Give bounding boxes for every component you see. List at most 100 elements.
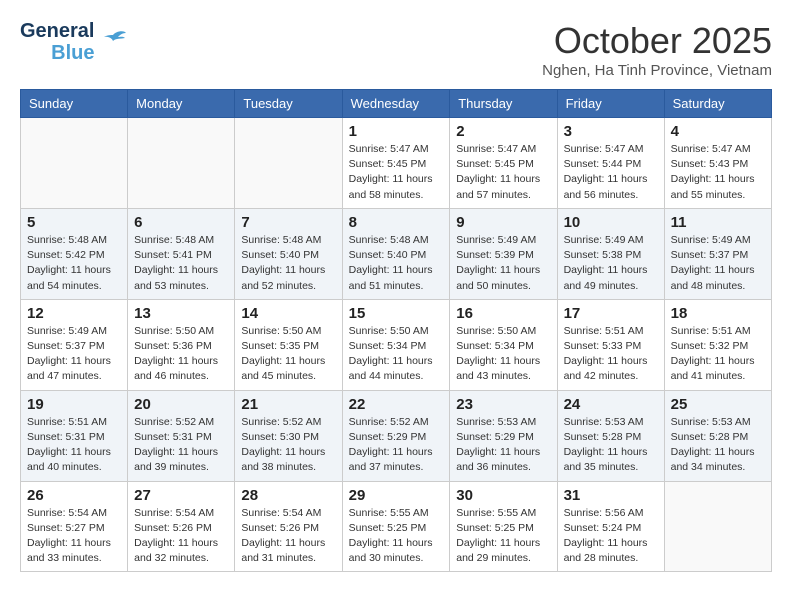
day-info: Sunrise: 5:52 AM Sunset: 5:29 PM Dayligh… bbox=[349, 415, 444, 476]
calendar-cell: 30Sunrise: 5:55 AM Sunset: 5:25 PM Dayli… bbox=[450, 481, 557, 572]
day-info: Sunrise: 5:52 AM Sunset: 5:30 PM Dayligh… bbox=[241, 415, 335, 476]
logo-general: General bbox=[20, 20, 94, 42]
day-number: 12 bbox=[27, 305, 121, 322]
calendar-cell bbox=[21, 118, 128, 209]
day-info: Sunrise: 5:48 AM Sunset: 5:41 PM Dayligh… bbox=[134, 233, 228, 294]
day-number: 11 bbox=[671, 214, 765, 231]
calendar-cell: 17 Sunrise: 5:51 AM Sunset: 5:33 PM Dayli… bbox=[557, 299, 664, 390]
calendar-cell: 23 Sunrise: 5:53 AM Sunset: 5:29 PM Dayli… bbox=[450, 390, 557, 481]
day-number: 2 bbox=[456, 123, 550, 140]
day-info: Sunrise: 5:48 AM Sunset: 5:40 PM Dayligh… bbox=[349, 233, 444, 294]
calendar-cell bbox=[128, 118, 235, 209]
calendar-cell: 25 Sunrise: 5:53 AM Sunset: 5:28 PM Dayli… bbox=[664, 390, 771, 481]
day-number: 30 bbox=[456, 487, 550, 504]
calendar-cell bbox=[235, 118, 342, 209]
day-info: Sunrise: 5:50 AM Sunset: 5:35 PM Dayligh… bbox=[241, 324, 335, 385]
day-number: 20 bbox=[134, 396, 228, 413]
weekday-header-sunday: Sunday bbox=[21, 90, 128, 118]
day-number: 7 bbox=[241, 214, 335, 231]
weekday-header-friday: Friday bbox=[557, 90, 664, 118]
day-info: Sunrise: 5:51 AM Sunset: 5:32 PM Dayligh… bbox=[671, 324, 765, 385]
calendar-cell: 5Sunrise: 5:48 AM Sunset: 5:42 PM Daylig… bbox=[21, 208, 128, 299]
calendar-cell: 14 Sunrise: 5:50 AM Sunset: 5:35 PM Dayli… bbox=[235, 299, 342, 390]
calendar-week-row: 19Sunrise: 5:51 AM Sunset: 5:31 PM Dayli… bbox=[21, 390, 772, 481]
calendar-week-row: 12 Sunrise: 5:49 AM Sunset: 5:37 PM Dayli… bbox=[21, 299, 772, 390]
calendar-cell: 1 Sunrise: 5:47 AM Sunset: 5:45 PM Daylig… bbox=[342, 118, 450, 209]
day-info: Sunrise: 5:50 AM Sunset: 5:36 PM Dayligh… bbox=[134, 324, 228, 385]
calendar-cell bbox=[664, 481, 771, 572]
title-section: October 2025 Nghen, Ha Tinh Province, Vi… bbox=[542, 20, 772, 79]
calendar-cell: 31 Sunrise: 5:56 AM Sunset: 5:24 PM Dayli… bbox=[557, 481, 664, 572]
day-number: 6 bbox=[134, 214, 228, 231]
day-info: Sunrise: 5:47 AM Sunset: 5:43 PM Dayligh… bbox=[671, 142, 765, 203]
calendar-cell: 11 Sunrise: 5:49 AM Sunset: 5:37 PM Dayli… bbox=[664, 208, 771, 299]
weekday-header-saturday: Saturday bbox=[664, 90, 771, 118]
weekday-header-wednesday: Wednesday bbox=[342, 90, 450, 118]
weekday-header-tuesday: Tuesday bbox=[235, 90, 342, 118]
day-number: 13 bbox=[134, 305, 228, 322]
day-number: 22 bbox=[349, 396, 444, 413]
day-info: Sunrise: 5:53 AM Sunset: 5:28 PM Dayligh… bbox=[671, 415, 765, 476]
day-number: 27 bbox=[134, 487, 228, 504]
day-info: Sunrise: 5:49 AM Sunset: 5:39 PM Dayligh… bbox=[456, 233, 550, 294]
day-number: 5 bbox=[27, 214, 121, 231]
logo-blue: Blue bbox=[51, 42, 94, 64]
day-info: Sunrise: 5:51 AM Sunset: 5:33 PM Dayligh… bbox=[564, 324, 658, 385]
day-info: Sunrise: 5:50 AM Sunset: 5:34 PM Dayligh… bbox=[456, 324, 550, 385]
weekday-header-thursday: Thursday bbox=[450, 90, 557, 118]
calendar-table: SundayMondayTuesdayWednesdayThursdayFrid… bbox=[20, 89, 772, 572]
day-number: 3 bbox=[564, 123, 658, 140]
calendar-cell: 16 Sunrise: 5:50 AM Sunset: 5:34 PM Dayli… bbox=[450, 299, 557, 390]
day-number: 14 bbox=[241, 305, 335, 322]
month-title: October 2025 bbox=[542, 20, 772, 62]
calendar-cell: 13 Sunrise: 5:50 AM Sunset: 5:36 PM Dayli… bbox=[128, 299, 235, 390]
calendar-cell: 6 Sunrise: 5:48 AM Sunset: 5:41 PM Daylig… bbox=[128, 208, 235, 299]
day-number: 9 bbox=[456, 214, 550, 231]
calendar-week-row: 5Sunrise: 5:48 AM Sunset: 5:42 PM Daylig… bbox=[21, 208, 772, 299]
day-number: 1 bbox=[349, 123, 444, 140]
calendar-cell: 27 Sunrise: 5:54 AM Sunset: 5:26 PM Dayli… bbox=[128, 481, 235, 572]
calendar-cell: 10 Sunrise: 5:49 AM Sunset: 5:38 PM Dayli… bbox=[557, 208, 664, 299]
calendar-cell: 3 Sunrise: 5:47 AM Sunset: 5:44 PM Daylig… bbox=[557, 118, 664, 209]
day-number: 10 bbox=[564, 214, 658, 231]
page-header: General Blue October 2025 Nghen, Ha Tinh… bbox=[20, 20, 772, 79]
location-subtitle: Nghen, Ha Tinh Province, Vietnam bbox=[542, 62, 772, 79]
calendar-cell: 29 Sunrise: 5:55 AM Sunset: 5:25 PM Dayli… bbox=[342, 481, 450, 572]
calendar-cell: 28 Sunrise: 5:54 AM Sunset: 5:26 PM Dayli… bbox=[235, 481, 342, 572]
day-info: Sunrise: 5:53 AM Sunset: 5:29 PM Dayligh… bbox=[456, 415, 550, 476]
day-number: 18 bbox=[671, 305, 765, 322]
calendar-week-row: 26 Sunrise: 5:54 AM Sunset: 5:27 PM Dayli… bbox=[21, 481, 772, 572]
day-info: Sunrise: 5:47 AM Sunset: 5:45 PM Dayligh… bbox=[456, 142, 550, 203]
day-info: Sunrise: 5:47 AM Sunset: 5:44 PM Dayligh… bbox=[564, 142, 658, 203]
day-number: 16 bbox=[456, 305, 550, 322]
day-number: 25 bbox=[671, 396, 765, 413]
day-info: Sunrise: 5:54 AM Sunset: 5:27 PM Dayligh… bbox=[27, 506, 121, 567]
day-number: 26 bbox=[27, 487, 121, 504]
day-number: 31 bbox=[564, 487, 658, 504]
day-info: Sunrise: 5:49 AM Sunset: 5:38 PM Dayligh… bbox=[564, 233, 658, 294]
day-number: 17 bbox=[564, 305, 658, 322]
day-number: 23 bbox=[456, 396, 550, 413]
day-info: Sunrise: 5:49 AM Sunset: 5:37 PM Dayligh… bbox=[671, 233, 765, 294]
day-info: Sunrise: 5:49 AM Sunset: 5:37 PM Dayligh… bbox=[27, 324, 121, 385]
day-info: Sunrise: 5:55 AM Sunset: 5:25 PM Dayligh… bbox=[349, 506, 444, 567]
calendar-cell: 4Sunrise: 5:47 AM Sunset: 5:43 PM Daylig… bbox=[664, 118, 771, 209]
day-info: Sunrise: 5:53 AM Sunset: 5:28 PM Dayligh… bbox=[564, 415, 658, 476]
day-number: 24 bbox=[564, 396, 658, 413]
day-number: 15 bbox=[349, 305, 444, 322]
day-info: Sunrise: 5:54 AM Sunset: 5:26 PM Dayligh… bbox=[241, 506, 335, 567]
day-number: 21 bbox=[241, 396, 335, 413]
logo-bird-icon bbox=[98, 27, 128, 57]
calendar-cell: 22 Sunrise: 5:52 AM Sunset: 5:29 PM Dayli… bbox=[342, 390, 450, 481]
logo: General Blue bbox=[20, 20, 128, 64]
weekday-header-monday: Monday bbox=[128, 90, 235, 118]
day-info: Sunrise: 5:47 AM Sunset: 5:45 PM Dayligh… bbox=[349, 142, 444, 203]
calendar-cell: 21 Sunrise: 5:52 AM Sunset: 5:30 PM Dayli… bbox=[235, 390, 342, 481]
calendar-cell: 26 Sunrise: 5:54 AM Sunset: 5:27 PM Dayli… bbox=[21, 481, 128, 572]
day-info: Sunrise: 5:52 AM Sunset: 5:31 PM Dayligh… bbox=[134, 415, 228, 476]
day-number: 29 bbox=[349, 487, 444, 504]
day-info: Sunrise: 5:54 AM Sunset: 5:26 PM Dayligh… bbox=[134, 506, 228, 567]
day-number: 28 bbox=[241, 487, 335, 504]
day-info: Sunrise: 5:56 AM Sunset: 5:24 PM Dayligh… bbox=[564, 506, 658, 567]
calendar-cell: 12 Sunrise: 5:49 AM Sunset: 5:37 PM Dayli… bbox=[21, 299, 128, 390]
